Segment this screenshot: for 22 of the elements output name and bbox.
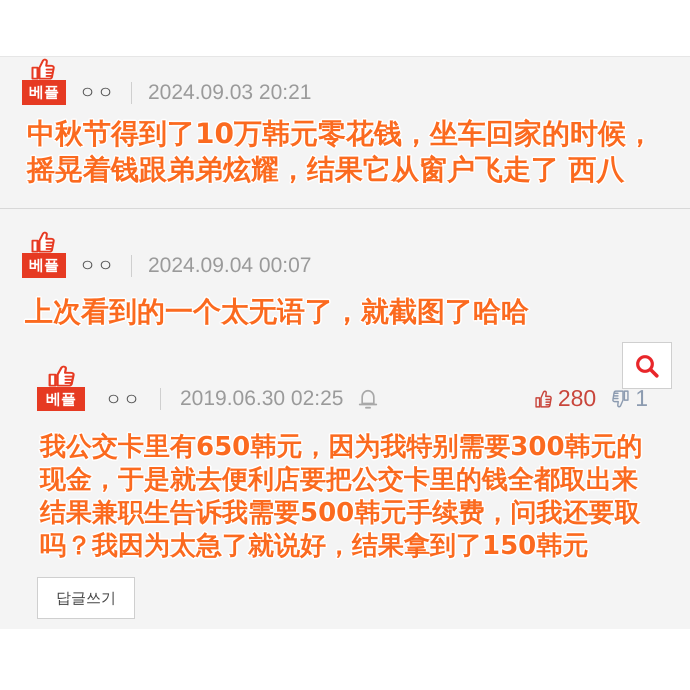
best-comment-badge: 베플 bbox=[22, 80, 66, 105]
reply-button[interactable]: 답글쓰기 bbox=[37, 577, 135, 619]
thumbs-up-icon bbox=[48, 365, 75, 387]
search-button[interactable] bbox=[622, 342, 672, 389]
caption-text: 上次看到的一个太无语了，就截图了哈哈 bbox=[25, 294, 529, 330]
best-comment-badge: 베플 bbox=[22, 253, 66, 278]
search-icon bbox=[635, 354, 659, 378]
comment-date: 2019.06.30 02:25 bbox=[180, 387, 344, 411]
thumbs-down-icon bbox=[612, 390, 630, 408]
dislike-count: 1 bbox=[635, 385, 648, 412]
bell-icon bbox=[358, 388, 378, 410]
caption-text: 中秋节得到了10万韩元零花钱，坐车回家的时候， 摇晃着钱跟弟弟炫耀，结果它从窗户飞走了 西八 bbox=[27, 116, 654, 188]
author-name: ㅇㅇ bbox=[79, 82, 115, 104]
thumbs-up-icon bbox=[534, 390, 552, 408]
best-comment-badge: 베플 bbox=[37, 387, 85, 411]
author-name: ㅇㅇ bbox=[105, 388, 141, 410]
like-count: 280 bbox=[558, 385, 596, 412]
author-name: ㅇㅇ bbox=[79, 255, 115, 277]
comment-date: 2024.09.03 20:21 bbox=[148, 80, 312, 104]
caption-text: 我公交卡里有650韩元，因为我特别需要300韩元的 现金，于是就去便利店要把公交卡里的钱全都取出来 结果兼职生告诉我需要500韩元手续费，问我还要取 吗？我因为太急了就说好，结果拿到了150韩元 bbox=[40, 431, 643, 563]
comment-date: 2024.09.04 00:07 bbox=[148, 254, 312, 278]
thumbs-up-icon bbox=[31, 231, 55, 253]
